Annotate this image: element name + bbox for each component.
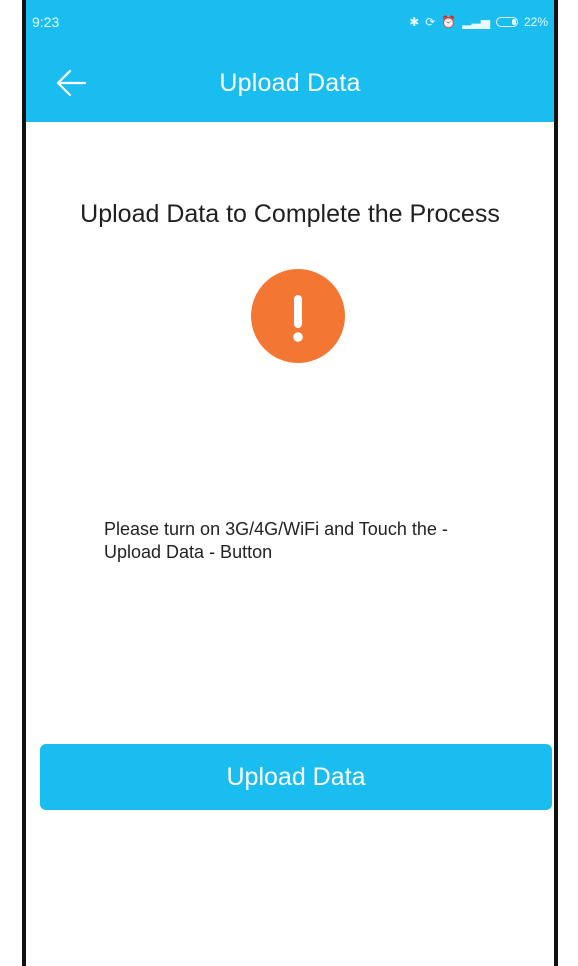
signal-icon: ▂▃▅ [462, 15, 490, 29]
battery-icon [495, 17, 518, 27]
sync-icon: ⟳ [425, 15, 436, 29]
battery-percent: 22% [523, 15, 548, 29]
status-time: 9:23 [32, 14, 60, 30]
exclamation-icon [251, 269, 345, 363]
page-title: Upload Data [219, 68, 361, 97]
battery-level-fill [511, 19, 516, 25]
status-icons: ✱ ⟳ ⏰ ▂▃▅ 22% [409, 15, 548, 29]
instruction-text: Please turn on 3G/4G/WiFi and Touch the … [104, 519, 448, 563]
app-screen: 9:23 ✱ ⟳ ⏰ ▂▃▅ 22% Upload Data Upload Da… [22, 0, 558, 966]
app-bar: Upload Data [26, 44, 554, 122]
headline: Upload Data to Complete the Process [80, 200, 500, 228]
bluetooth-icon: ✱ [409, 15, 420, 29]
back-arrow-icon[interactable] [54, 66, 88, 100]
alarm-icon: ⏰ [441, 15, 457, 29]
upload-data-button[interactable]: Upload Data [40, 744, 552, 810]
status-bar: 9:23 ✱ ⟳ ⏰ ▂▃▅ 22% [26, 0, 554, 44]
